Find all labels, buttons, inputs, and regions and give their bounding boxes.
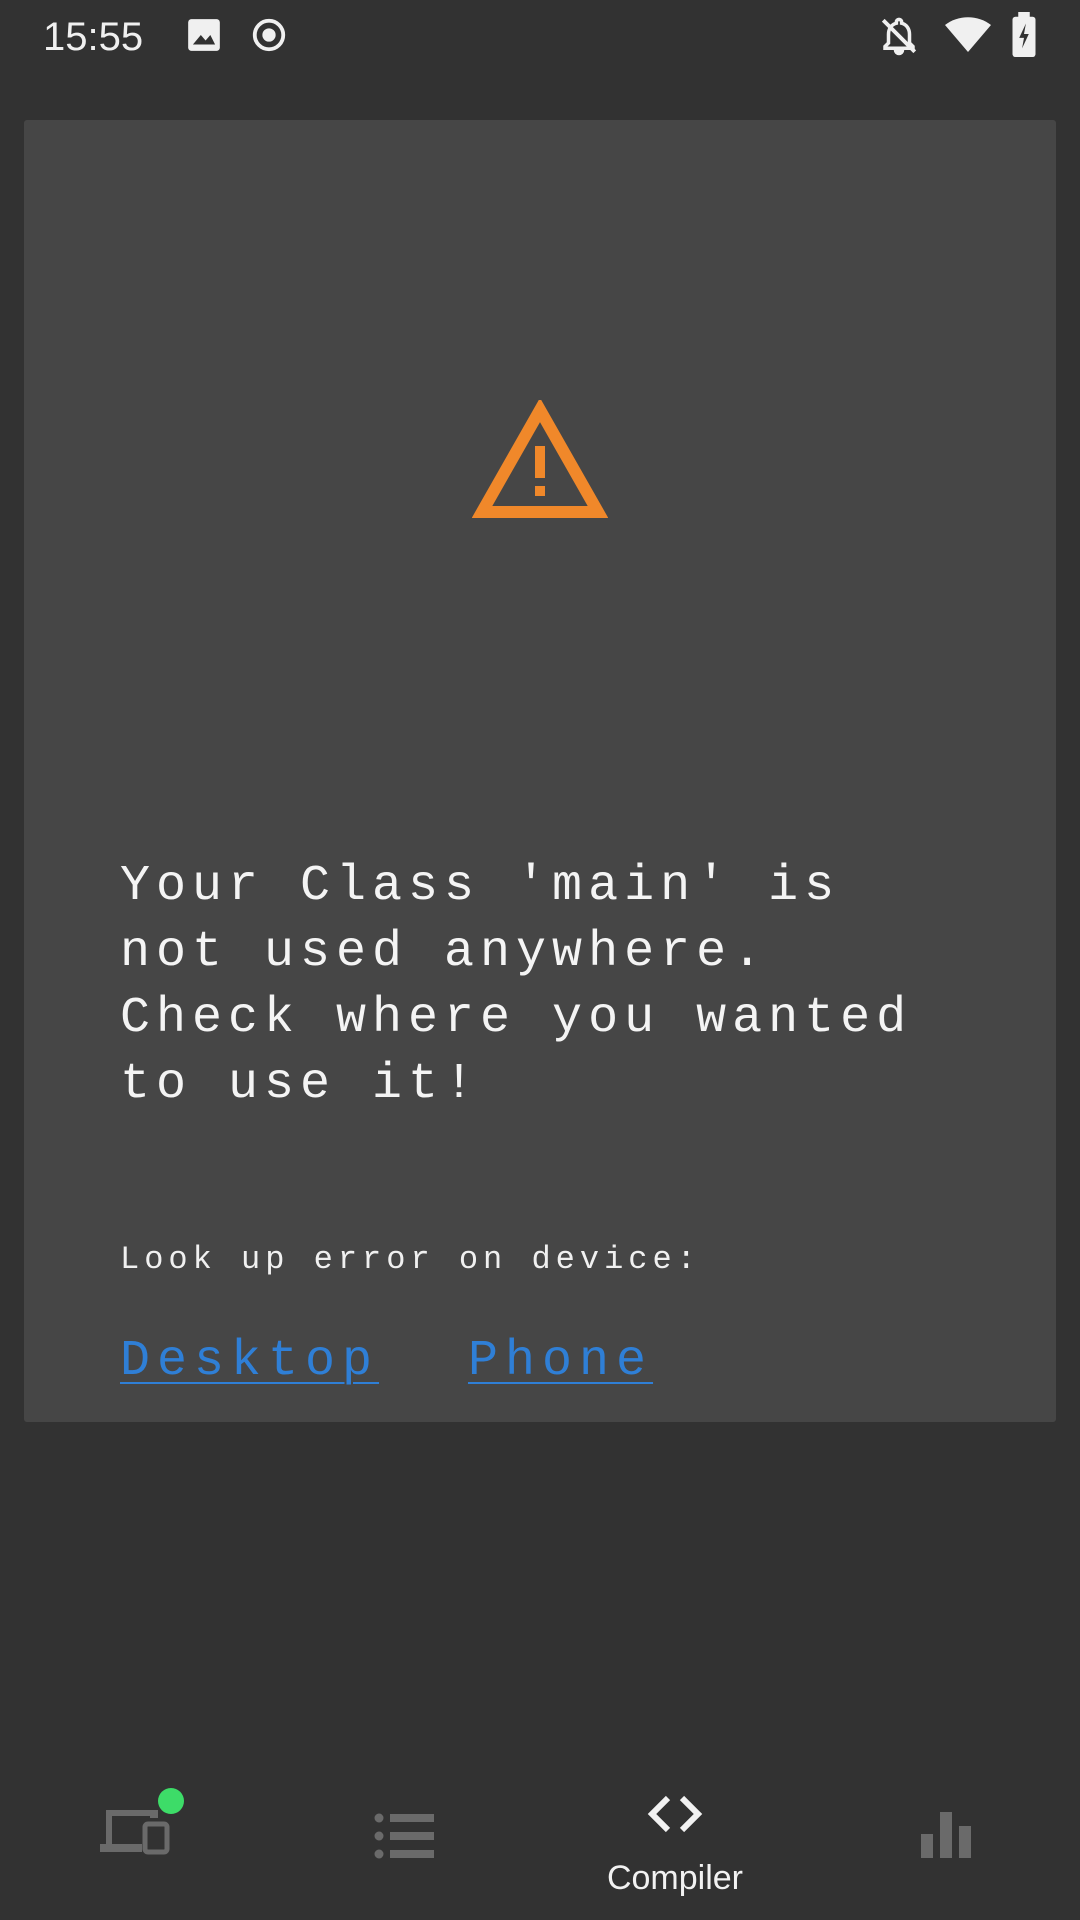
devices-icon (98, 1806, 172, 1860)
status-time: 15:55 (43, 15, 144, 59)
nav-item-devices[interactable] (0, 1760, 270, 1920)
battery-charging-icon (1010, 12, 1038, 62)
error-message: Your Class 'main' is not used anywhere. … (120, 858, 913, 1113)
bottom-nav: Compiler (0, 1760, 1080, 1920)
nav-item-stats[interactable] (810, 1760, 1080, 1920)
phone-link[interactable]: Phone (468, 1332, 653, 1392)
connection-status-badge (158, 1788, 184, 1814)
lookup-label: Look up error on device: (120, 1241, 701, 1278)
list-icon (374, 1812, 434, 1864)
error-card: Your Class 'main' is not used anywhere. … (24, 120, 1056, 1422)
wifi-icon (944, 14, 992, 58)
nav-item-list[interactable] (270, 1760, 540, 1920)
desktop-link[interactable]: Desktop (120, 1332, 379, 1392)
image-icon (185, 16, 223, 58)
notifications-off-icon (878, 14, 920, 62)
screen: 15:55 Your Class 'main' is not used anyw… (0, 0, 1080, 1920)
status-bar: 15:55 (0, 0, 1080, 74)
warning-icon (471, 397, 609, 522)
record-icon (250, 16, 288, 58)
nav-item-compiler[interactable]: Compiler (540, 1760, 810, 1920)
nav-label-compiler: Compiler (606, 1859, 744, 1897)
bar-chart-icon (920, 1808, 972, 1864)
code-icon (644, 1794, 706, 1838)
